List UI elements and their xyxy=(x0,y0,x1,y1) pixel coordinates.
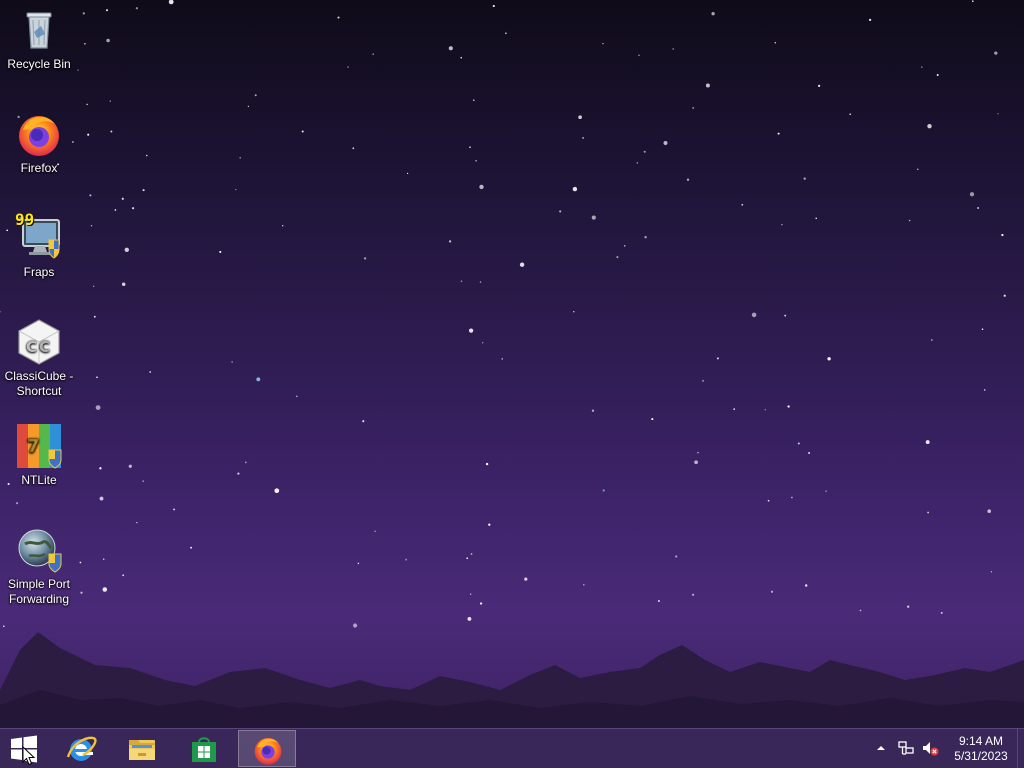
taskbar-button-internet-explorer[interactable] xyxy=(52,730,110,767)
desktop-icon-label: ClassiCube - Shortcut xyxy=(4,369,74,398)
taskbar-button-store[interactable] xyxy=(175,730,233,767)
fraps-icon: 99 xyxy=(15,210,63,262)
svg-text:C: C xyxy=(39,338,50,356)
desktop[interactable]: Recycle Bin Firefox 99 Fraps C C ClassiC… xyxy=(0,0,1024,768)
volume-tray-button[interactable] xyxy=(921,739,939,757)
show-desktop-button[interactable] xyxy=(1017,729,1024,768)
internet-explorer-icon xyxy=(66,736,97,761)
classicube-icon: C C xyxy=(15,318,63,366)
desktop-icon-ntlite[interactable]: 7 NTLite xyxy=(1,422,77,488)
clock-time: 9:14 AM xyxy=(958,734,1004,748)
firefox-icon xyxy=(254,738,282,765)
clock-date: 5/31/2023 xyxy=(954,749,1008,763)
desktop-icon-label: Simple Port Forwarding xyxy=(7,577,71,606)
desktop-icon-label: Fraps xyxy=(23,265,55,279)
show-hidden-icons-button[interactable] xyxy=(872,739,890,757)
store-icon xyxy=(192,737,216,762)
wallpaper-mountains xyxy=(0,632,1024,728)
simple-port-forwarding-icon xyxy=(15,526,63,574)
file-explorer-icon xyxy=(129,740,155,760)
volume-muted-icon xyxy=(923,742,939,756)
svg-text:7: 7 xyxy=(27,436,40,457)
desktop-icon-label: Firefox xyxy=(20,161,58,175)
firefox-icon xyxy=(15,110,63,158)
network-icon xyxy=(898,741,914,755)
desktop-icon-firefox[interactable]: Firefox xyxy=(1,110,77,176)
chevron-up-icon xyxy=(877,746,885,750)
taskbar-clock[interactable]: 9:14 AM 5/31/2023 xyxy=(948,734,1014,764)
ntlite-icon: 7 xyxy=(15,422,63,470)
mouse-cursor-icon xyxy=(22,746,36,766)
desktop-icon-fraps[interactable]: 99 Fraps xyxy=(1,210,77,280)
network-tray-button[interactable] xyxy=(897,739,915,757)
svg-text:C: C xyxy=(26,338,37,356)
taskbar: 9:14 AM 5/31/2023 xyxy=(0,728,1024,768)
taskbar-button-firefox[interactable] xyxy=(238,730,296,767)
taskbar-button-file-explorer[interactable] xyxy=(113,730,171,767)
desktop-icon-recycle-bin[interactable]: Recycle Bin xyxy=(1,6,77,72)
fraps-badge: 99 xyxy=(15,210,35,229)
desktop-icon-simple-port-forwarding[interactable]: Simple Port Forwarding xyxy=(1,526,77,607)
recycle-bin-icon xyxy=(15,6,63,54)
desktop-icon-label: NTLite xyxy=(21,473,57,487)
desktop-icon-label: Recycle Bin xyxy=(7,57,71,71)
desktop-icon-classicube[interactable]: C C ClassiCube - Shortcut xyxy=(1,318,77,399)
